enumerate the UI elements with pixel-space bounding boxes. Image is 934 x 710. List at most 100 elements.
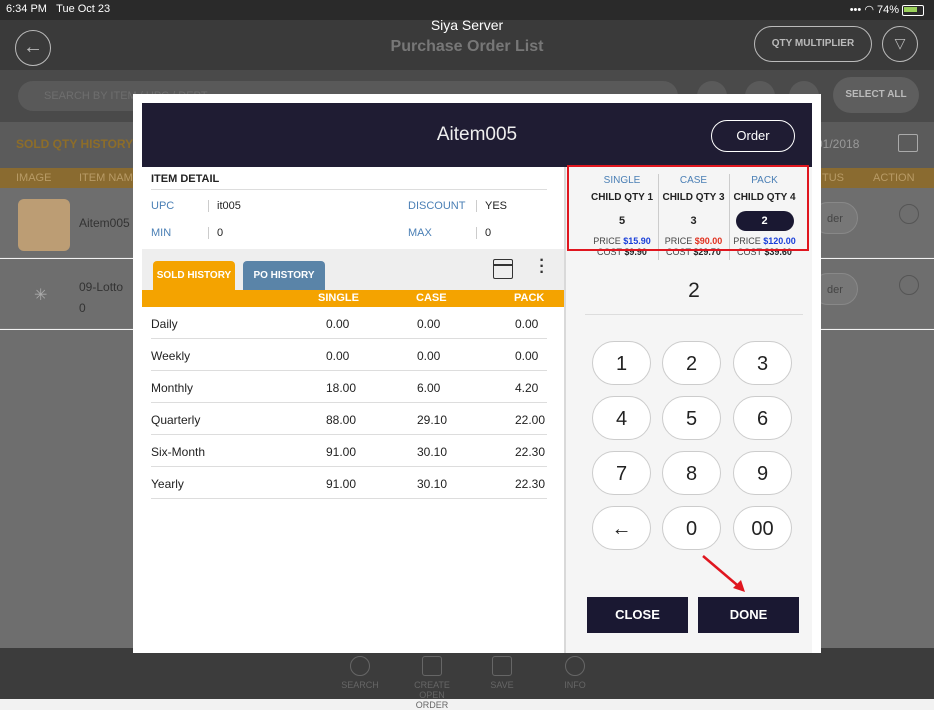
col-status: TUS: [822, 172, 844, 184]
qty-multiplier-button[interactable]: QTY MULTIPLIER: [754, 26, 872, 62]
history-column-header: SINGLE CASE PACK: [142, 290, 564, 307]
tab-sold-history[interactable]: SOLD HISTORY: [153, 261, 235, 290]
upc-value: it005: [208, 200, 241, 212]
discount-label: DISCOUNT: [408, 200, 466, 212]
history-case: 6.00: [417, 381, 441, 395]
history-period: Weekly: [151, 349, 191, 363]
history-case: 29.10: [417, 413, 448, 427]
arrow-left-icon: ←: [23, 36, 43, 58]
history-row: Weekly 0.00 0.00 0.00: [151, 339, 547, 371]
history-pack: 4.20: [515, 381, 539, 395]
keypad-key-3[interactable]: 3: [733, 341, 792, 385]
loading-spinner-icon: ✳: [34, 287, 48, 304]
history-period: Six-Month: [151, 445, 206, 459]
upc-label: UPC: [151, 200, 175, 212]
child-qty-highlight: [567, 165, 809, 251]
calendar-icon[interactable]: [898, 134, 918, 152]
history-single: 0.00: [326, 317, 350, 331]
top-bar: Siya Server Purchase Order List ← QTY MU…: [0, 18, 934, 70]
item-name: 09-Lotto: [79, 280, 124, 294]
col-image: IMAGE: [16, 172, 52, 184]
more-options-icon[interactable]: · · ·: [539, 253, 545, 281]
history-period: Daily: [151, 317, 178, 331]
modal-header: Aitem005 Order: [142, 103, 812, 167]
divider: [151, 189, 547, 190]
info-icon: [565, 656, 585, 676]
col-action: ACTION: [873, 172, 915, 184]
keypad-key-2[interactable]: 2: [662, 341, 721, 385]
save-tab[interactable]: SAVE: [472, 656, 532, 690]
keypad-key-7[interactable]: 7: [592, 451, 651, 495]
history-row: Monthly 18.00 6.00 4.20: [151, 371, 547, 403]
done-button[interactable]: DONE: [698, 597, 799, 633]
history-row: Six-Month 91.00 30.10 22.30: [151, 435, 547, 467]
max-value: 0: [476, 227, 491, 239]
save-icon: [492, 656, 512, 676]
select-radio[interactable]: [899, 275, 919, 295]
back-button[interactable]: ←: [15, 30, 51, 66]
col-case: CASE: [416, 292, 447, 304]
history-pack: 22.30: [515, 445, 546, 459]
history-period: Quarterly: [151, 413, 201, 427]
history-pack: 22.30: [515, 477, 546, 491]
item-sub: 0: [79, 301, 86, 315]
select-radio[interactable]: [899, 204, 919, 224]
sold-qty-history-label: SOLD QTY HISTORY F: [16, 137, 144, 151]
filter-button[interactable]: ▽: [882, 26, 918, 62]
keypad-key-6[interactable]: 6: [733, 396, 792, 440]
annotation-arrow-icon: [702, 555, 745, 592]
history-case: 30.10: [417, 445, 448, 459]
history-period: Monthly: [151, 381, 194, 395]
keypad-key-8[interactable]: 8: [662, 451, 721, 495]
item-name: Aitem005: [79, 216, 130, 230]
date-label: 01/2018: [816, 137, 860, 151]
history-row: Yearly 91.00 30.10 22.30: [151, 467, 547, 499]
history-case: 0.00: [417, 317, 441, 331]
battery-icon: [902, 4, 924, 16]
history-case: 0.00: [417, 349, 441, 363]
history-single: 91.00: [326, 445, 357, 459]
history-pack: 0.00: [515, 317, 539, 331]
search-icon: [350, 656, 370, 676]
select-all-button[interactable]: SELECT ALL: [833, 77, 919, 113]
tab-po-history[interactable]: PO HISTORY: [243, 261, 325, 290]
item-thumbnail: [18, 199, 70, 251]
history-single: 91.00: [326, 477, 357, 491]
keypad-key-9[interactable]: 9: [733, 451, 792, 495]
info-tab[interactable]: INFO: [545, 656, 605, 690]
history-row: Daily 0.00 0.00 0.00: [151, 307, 547, 339]
keypad-key-4[interactable]: 4: [592, 396, 651, 440]
history-single: 88.00: [326, 413, 357, 427]
create-open-order-tab[interactable]: CREATE OPEN ORDER: [402, 656, 462, 710]
filter-icon: ▽: [894, 35, 906, 51]
bottom-toolbar: SEARCH CREATE OPEN ORDER SAVE INFO: [0, 648, 934, 710]
quantity-display: 2: [585, 267, 803, 315]
history-row: Quarterly 88.00 29.10 22.00: [151, 403, 547, 435]
status-battery: ••• ◠ 74%: [850, 3, 924, 16]
min-value: 0: [208, 227, 223, 239]
discount-value: YES: [476, 200, 507, 212]
status-time: 6:34 PM Tue Oct 23: [6, 3, 111, 15]
edit-icon: [422, 656, 442, 676]
calendar-icon[interactable]: [493, 259, 513, 279]
order-button[interactable]: Order: [711, 120, 795, 152]
keypad-key-5[interactable]: 5: [662, 396, 721, 440]
history-pack: 22.00: [515, 413, 546, 427]
history-single: 0.00: [326, 349, 350, 363]
history-case: 30.10: [417, 477, 448, 491]
history-tabs: SOLD HISTORY PO HISTORY · · ·: [142, 249, 564, 290]
backspace-key[interactable]: ←: [592, 506, 651, 550]
col-item-name: ITEM NAM: [79, 172, 133, 184]
keypad-key-00[interactable]: 00: [733, 506, 792, 550]
min-label: MIN: [151, 227, 172, 239]
col-pack: PACK: [514, 292, 545, 304]
search-tab[interactable]: SEARCH: [330, 656, 390, 690]
max-label: MAX: [408, 227, 432, 239]
keypad-key-1[interactable]: 1: [592, 341, 651, 385]
keypad-key-0[interactable]: 0: [662, 506, 721, 550]
col-single: SINGLE: [318, 292, 359, 304]
close-button[interactable]: CLOSE: [587, 597, 688, 633]
history-period: Yearly: [151, 477, 184, 491]
history-pack: 0.00: [515, 349, 539, 363]
item-detail-heading: ITEM DETAIL: [151, 173, 220, 185]
